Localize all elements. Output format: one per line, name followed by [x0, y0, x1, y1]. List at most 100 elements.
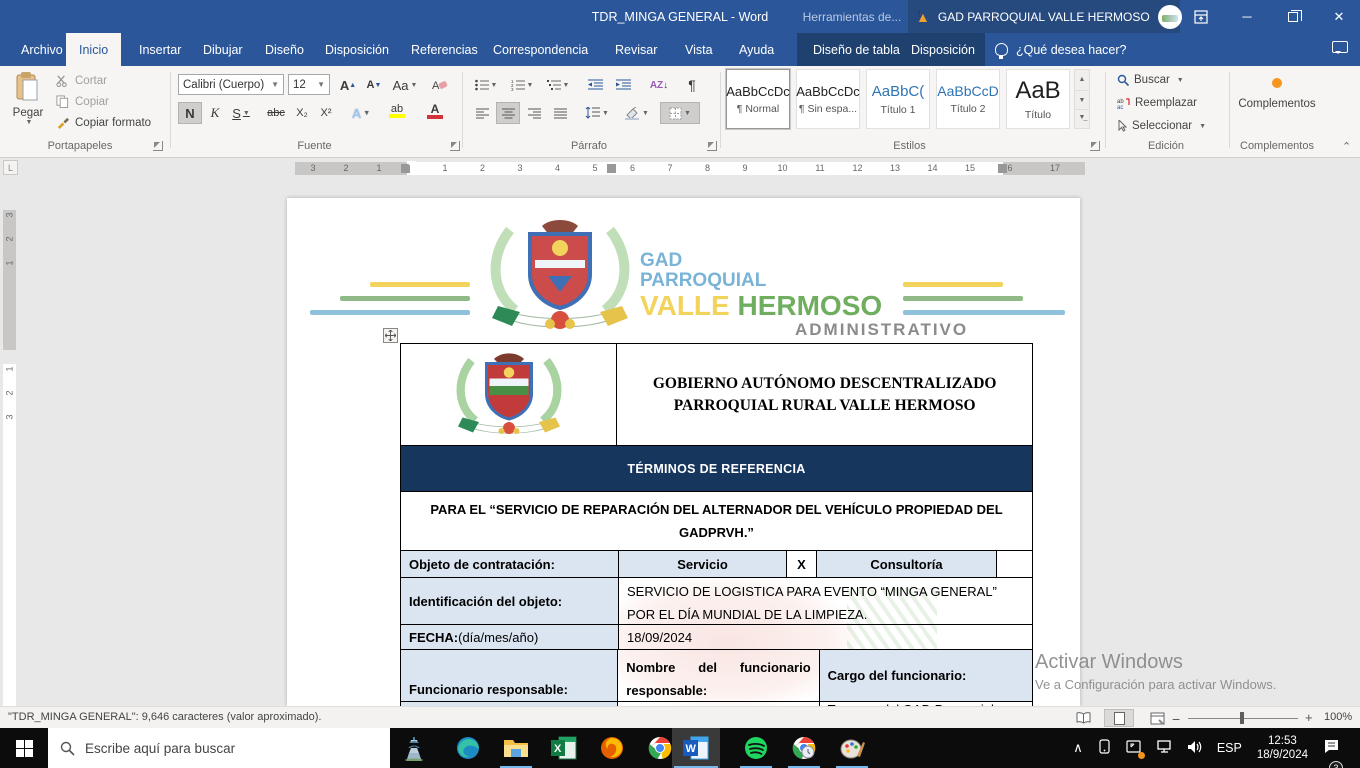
excel-icon[interactable]: X [540, 728, 588, 768]
tab-selector-box[interactable]: L [3, 160, 18, 175]
bold-button[interactable]: N [178, 102, 202, 124]
edge-icon[interactable] [444, 728, 492, 768]
dialog-launcher-icon[interactable] [707, 141, 717, 151]
change-case-button[interactable]: Aa▼ [390, 74, 420, 96]
increase-indent-button[interactable] [610, 74, 636, 96]
underline-button[interactable]: S▼ [226, 102, 256, 124]
align-right-button[interactable] [522, 102, 546, 124]
document-table[interactable]: GOBIERNO AUTÓNOMO DESCENTRALIZADO PARROQ… [400, 343, 1033, 706]
horizontal-ruler[interactable]: 321 12345678910111213141516 17 [295, 162, 1085, 175]
style-card-titulo[interactable]: AaB Título [1006, 69, 1070, 129]
font-color-button[interactable]: A [418, 100, 452, 122]
clock[interactable]: 12:53 18/9/2024 [1257, 734, 1308, 762]
style-card-titulo2[interactable]: AaBbCcD Título 2 [936, 69, 1000, 129]
zoom-out-button[interactable]: − [1172, 711, 1180, 727]
print-layout-icon[interactable] [1104, 709, 1134, 727]
tray-chevron-icon[interactable]: ∧ [1073, 740, 1083, 756]
language-indicator[interactable]: ESP [1217, 741, 1242, 755]
borders-button[interactable]: ▼ [660, 102, 700, 124]
dialog-launcher-icon[interactable] [1090, 141, 1100, 151]
style-card-normal[interactable]: AaBbCcDc ¶ Normal [726, 69, 790, 129]
gallery-more-icon[interactable]: ▼̲ [1075, 110, 1089, 128]
sort-button[interactable]: AZ↓ [644, 74, 674, 96]
word-count-status[interactable]: "TDR_MINGA GENERAL": 9,646 caracteres (v… [8, 711, 321, 723]
numbered-list-button[interactable]: 123▼ [506, 74, 538, 96]
feedback-comment-icon[interactable] [1332, 41, 1348, 53]
word-icon[interactable]: W [672, 728, 720, 768]
align-center-button[interactable] [496, 102, 520, 124]
taskbar-search[interactable]: Escribe aquí para buscar [48, 728, 390, 768]
format-painter-button[interactable]: Copiar formato [56, 116, 151, 129]
line-spacing-button[interactable]: ▼ [580, 102, 614, 124]
tab-vista[interactable]: Vista [672, 33, 726, 66]
show-marks-button[interactable]: ¶ [680, 74, 704, 96]
read-mode-icon[interactable] [1068, 709, 1098, 727]
chrome-profile-icon[interactable] [780, 728, 828, 768]
tab-disposicion-tabla[interactable]: Disposición [898, 33, 988, 66]
tab-dibujar[interactable]: Dibujar [190, 33, 256, 66]
dialog-launcher-icon[interactable] [450, 141, 460, 151]
replace-button[interactable]: abac Reemplazar [1117, 97, 1197, 109]
table-move-handle-icon[interactable] [383, 328, 398, 343]
decrease-indent-button[interactable] [582, 74, 608, 96]
tab-revisar[interactable]: Revisar [602, 33, 670, 66]
style-card-sin-espaciado[interactable]: AaBbCcDc ¶ Sin espa... [796, 69, 860, 129]
multilevel-list-button[interactable]: ▼ [542, 74, 574, 96]
zoom-level[interactable]: 100% [1324, 711, 1352, 723]
tab-correspondencia[interactable]: Correspondencia [480, 33, 601, 66]
close-button[interactable]: ✕ [1316, 0, 1360, 33]
styles-gallery-scroll[interactable]: ▲ ▼ ▼̲ [1074, 69, 1090, 129]
superscript-button[interactable]: X² [314, 102, 338, 124]
zoom-in-button[interactable]: + [1305, 710, 1313, 725]
align-left-button[interactable] [470, 102, 494, 124]
clear-formatting-button[interactable]: A [428, 74, 452, 96]
web-layout-icon[interactable] [1142, 709, 1172, 727]
zoom-slider-handle[interactable] [1240, 712, 1244, 724]
dialog-launcher-icon[interactable] [153, 141, 163, 151]
gallery-down-icon[interactable]: ▼ [1075, 90, 1089, 110]
bullet-list-button[interactable]: ▼ [470, 74, 502, 96]
shading-button[interactable]: ▼ [620, 102, 654, 124]
tab-disposicion[interactable]: Disposición [312, 33, 402, 66]
tab-ayuda[interactable]: Ayuda [726, 33, 787, 66]
restore-button[interactable] [1270, 0, 1316, 33]
firefox-icon[interactable] [588, 728, 636, 768]
cell-indent-marker[interactable] [607, 164, 616, 173]
strikethrough-button[interactable]: abc [262, 102, 290, 124]
gallery-up-icon[interactable]: ▲ [1075, 70, 1089, 90]
ribbon-display-options-icon[interactable] [1178, 0, 1224, 33]
find-button[interactable]: Buscar▼ [1117, 74, 1184, 86]
font-size-select[interactable]: 12▼ [288, 74, 330, 95]
tab-referencias[interactable]: Referencias [398, 33, 491, 66]
tab-inicio[interactable]: Inicio [66, 33, 121, 66]
paste-button[interactable]: Pegar ▼ [10, 72, 46, 134]
style-card-titulo1[interactable]: AaBbC( Título 1 [866, 69, 930, 129]
spotify-icon[interactable] [732, 728, 780, 768]
grow-font-button[interactable]: A▲ [336, 74, 360, 96]
select-button[interactable]: Seleccionar▼ [1117, 120, 1206, 132]
document-page[interactable]: GAD PARROQUIAL VALLE HERMOSO ADMINISTRAT… [287, 198, 1080, 706]
vertical-ruler[interactable]: 321 123 [3, 196, 16, 706]
copy-button[interactable]: Copiar [56, 95, 109, 108]
cut-button[interactable]: Cortar [56, 74, 107, 87]
sync-status-icon[interactable] [1126, 739, 1142, 757]
text-effects-button[interactable]: A▼ [346, 102, 376, 124]
volume-icon[interactable] [1187, 740, 1203, 757]
font-family-select[interactable]: Calibri (Cuerpo)▼ [178, 74, 284, 95]
highlight-color-button[interactable]: ab [380, 100, 414, 122]
account-panel[interactable]: ▲! GAD PARROQUIAL VALLE HERMOSO [908, 0, 1180, 33]
action-center-icon[interactable]: 3 [1323, 739, 1349, 757]
start-button[interactable] [0, 728, 48, 768]
your-phone-icon[interactable] [1097, 739, 1112, 757]
file-explorer-icon[interactable] [492, 728, 540, 768]
network-icon[interactable] [1156, 740, 1173, 757]
addins-button[interactable]: Complementos [1231, 74, 1323, 110]
shrink-font-button[interactable]: A▼ [362, 74, 386, 96]
right-indent-marker[interactable] [998, 164, 1007, 173]
collapse-ribbon-icon[interactable]: ⌃ [1342, 140, 1351, 153]
paint-icon[interactable] [828, 728, 876, 768]
subscript-button[interactable]: X₂ [290, 102, 314, 124]
minimize-button[interactable]: ─ [1224, 0, 1270, 33]
tell-me-box[interactable]: ¿Qué desea hacer? [995, 33, 1127, 66]
tab-insertar[interactable]: Insertar [126, 33, 194, 66]
